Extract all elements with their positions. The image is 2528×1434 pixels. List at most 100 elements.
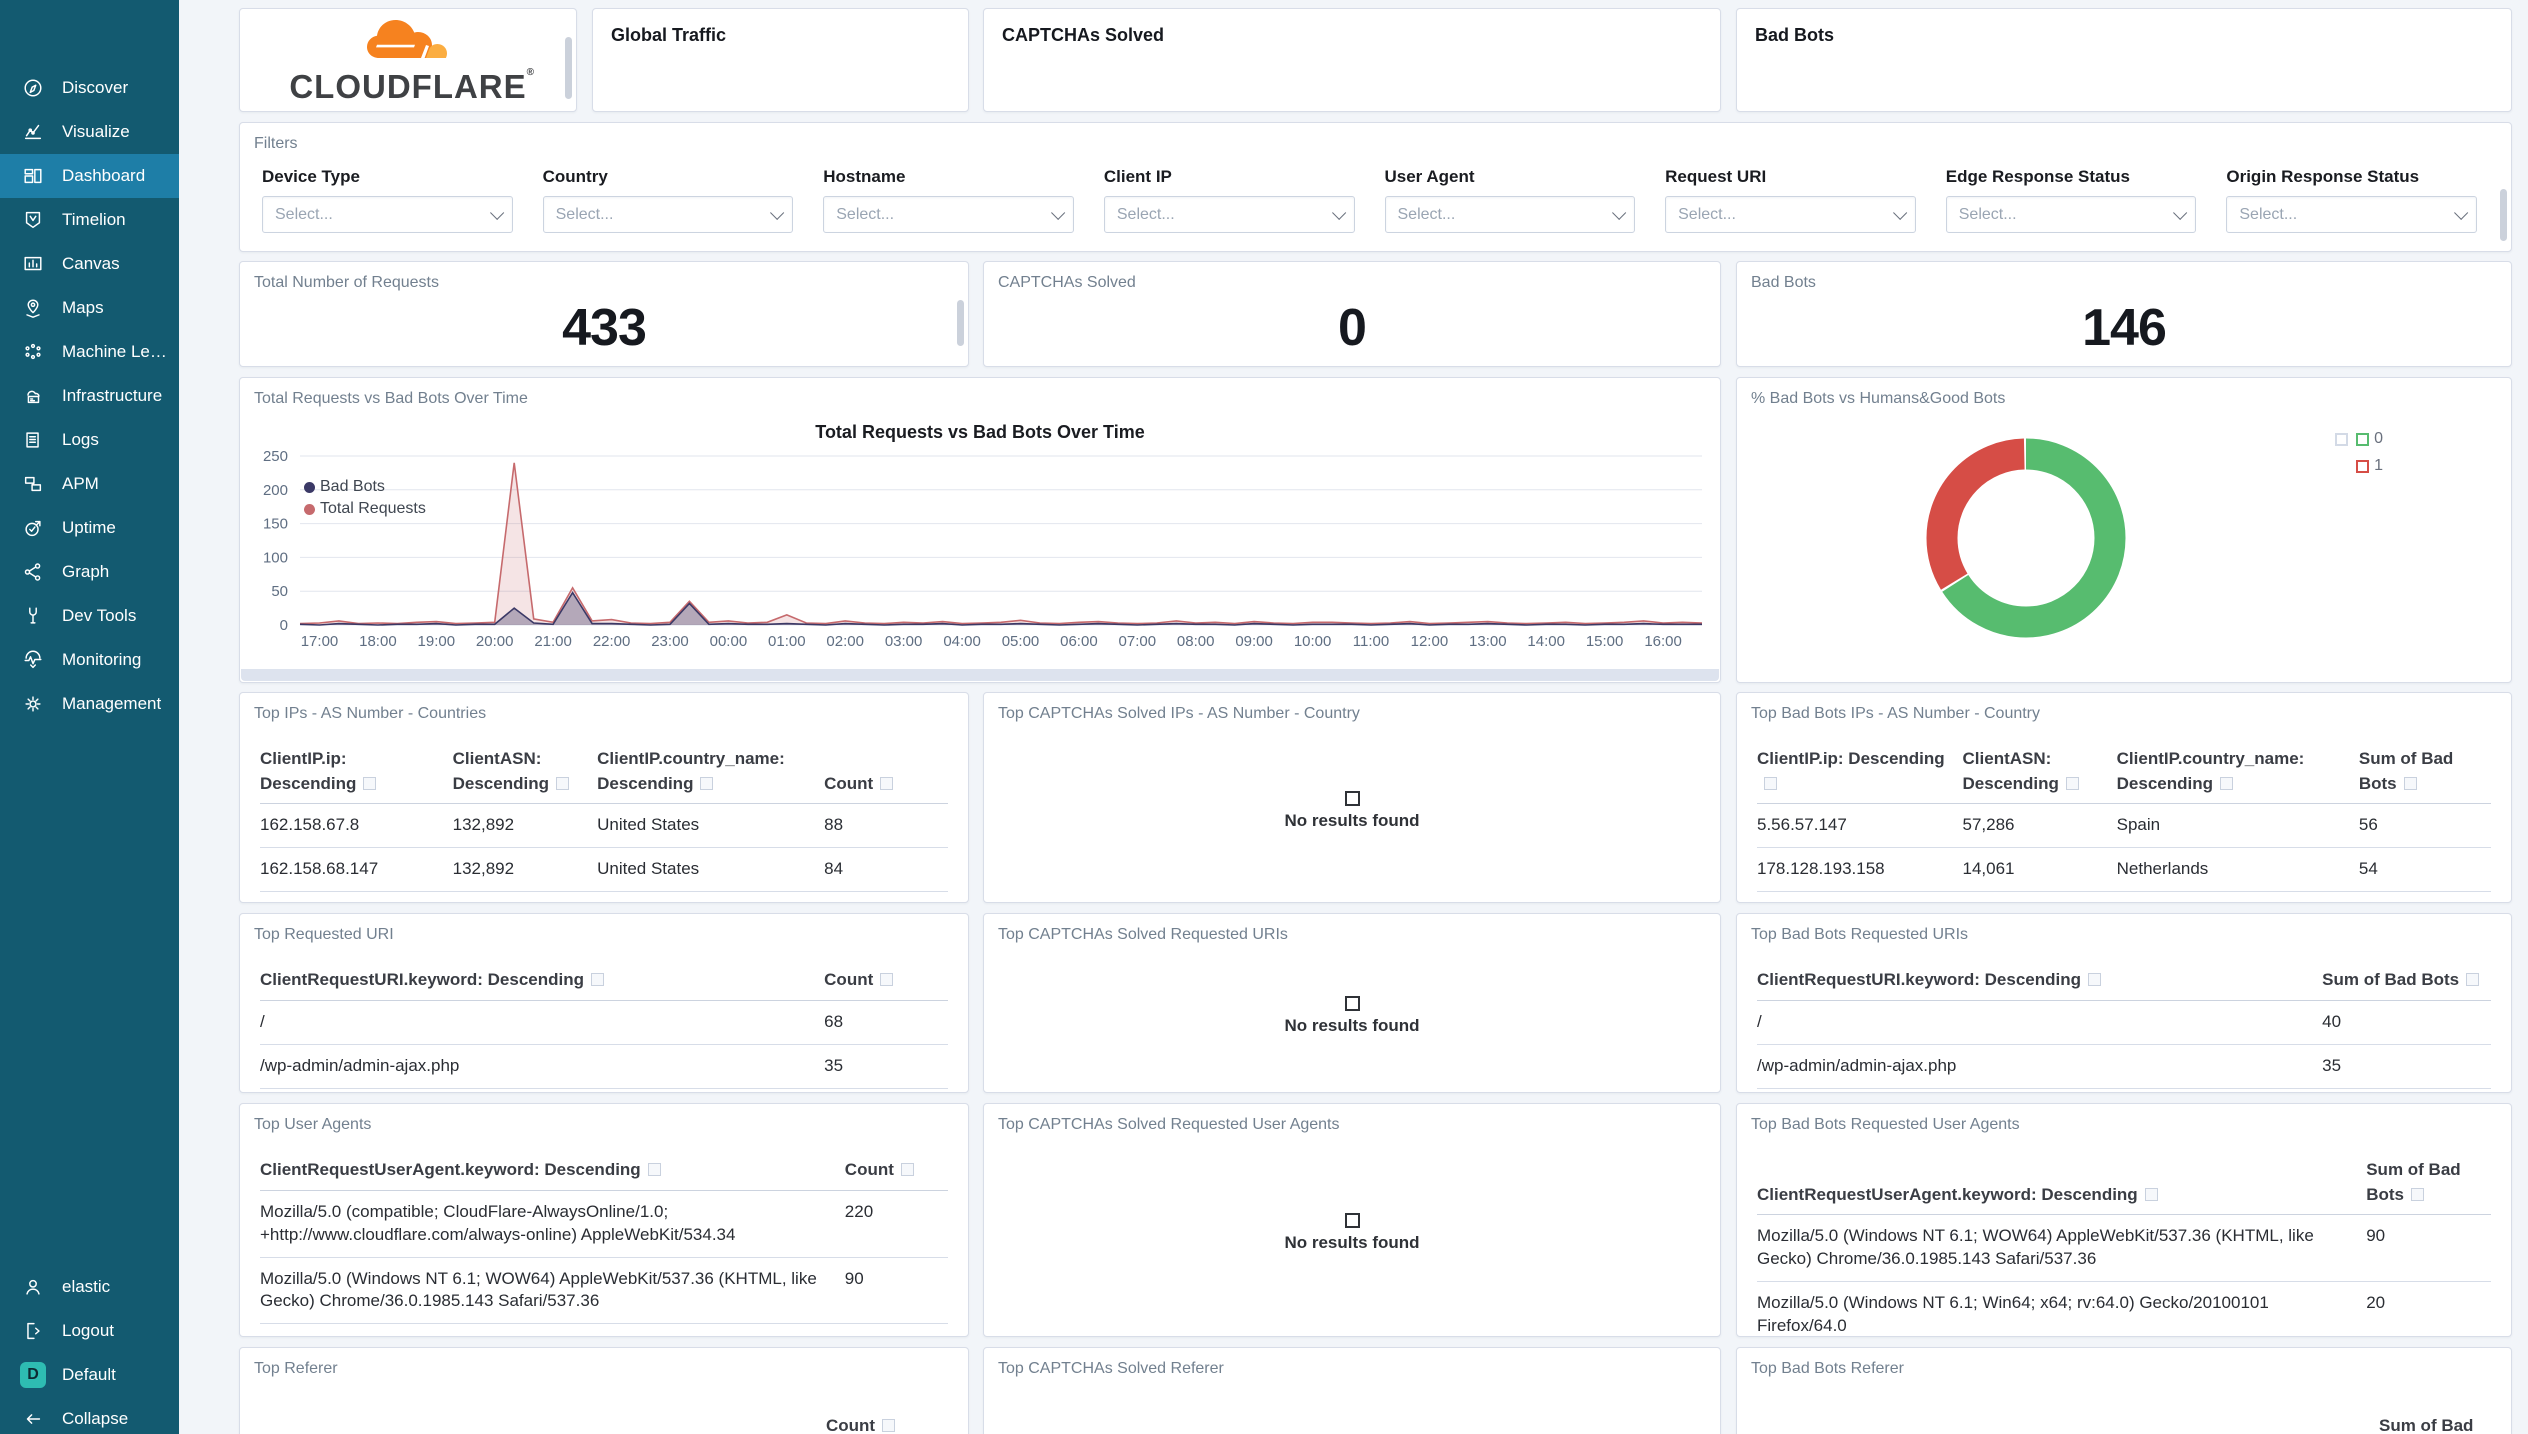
column-header[interactable]: Count — [824, 747, 948, 805]
column-header[interactable]: Sum of Bad Bots — [2366, 1158, 2491, 1216]
sidebar-item-machine-learning[interactable]: Machine Le… — [0, 330, 179, 374]
sort-checkbox[interactable] — [363, 776, 377, 790]
sort-checkbox[interactable] — [555, 776, 569, 790]
sidebar-item-user[interactable]: elastic — [0, 1265, 179, 1309]
sidebar-item-dashboard[interactable]: Dashboard — [0, 154, 179, 198]
column-header[interactable]: Count — [824, 968, 948, 1001]
sort-checkbox[interactable] — [647, 1163, 661, 1176]
panel-heading: Global Traffic — [611, 25, 727, 45]
sort-checkbox[interactable] — [591, 973, 605, 986]
sidebar-footer: elastic Logout D Default Collapse — [0, 1265, 179, 1434]
column-header[interactable]: Count — [844, 1158, 948, 1191]
gear-icon — [20, 692, 46, 716]
sidebar-item-discover[interactable]: Discover — [0, 66, 179, 110]
sidebar-item-space-default[interactable]: D Default — [0, 1353, 179, 1397]
svg-text:150: 150 — [263, 516, 288, 533]
sidebar-item-maps[interactable]: Maps — [0, 286, 179, 330]
svg-text:0: 0 — [280, 617, 288, 634]
column-header[interactable]: ClientIP.ip: Descending — [1757, 747, 1963, 805]
column-header[interactable]: Count — [826, 1414, 946, 1434]
bad-bots-uri-panel: Top Bad Bots Requested URIs ClientReques… — [1736, 913, 2512, 1093]
column-header[interactable]: Sum of Bad Bots — [2379, 1414, 2489, 1434]
sidebar-item-label: Logs — [62, 430, 99, 449]
hostname-select[interactable]: Select... — [823, 196, 1074, 233]
donut-chart[interactable] — [1906, 418, 2146, 658]
sidebar-item-label: Discover — [62, 78, 129, 97]
captcha-referer-panel: Top CAPTCHAs Solved Referer — [983, 1347, 1721, 1434]
legend-item-1[interactable]: 1 — [2348, 457, 2383, 475]
column-header[interactable]: ClientRequestURI.keyword: Descending — [1757, 968, 2323, 1001]
column-header[interactable]: ClientIP.country_name: Descending — [597, 747, 825, 805]
sort-checkbox[interactable] — [880, 776, 894, 790]
legend-swatch-0 — [2356, 432, 2370, 446]
column-header[interactable]: ClientASN: Descending — [452, 747, 598, 805]
column-header[interactable]: ClientRequestUserAgent.keyword: Descendi… — [1757, 1158, 2367, 1216]
panel-scrollbar[interactable] — [957, 300, 964, 346]
sort-checkbox[interactable] — [2144, 1187, 2158, 1201]
sidebar-item-infrastructure[interactable]: Infrastructure — [0, 374, 179, 418]
panel-scrollbar[interactable] — [2500, 189, 2507, 241]
filter-user-agent: User Agent Select... — [1384, 167, 1636, 233]
country-select[interactable]: Select... — [542, 196, 794, 233]
sort-checkbox[interactable] — [882, 1419, 896, 1432]
arrow-left-icon — [20, 1407, 46, 1431]
column-header[interactable]: Sum of Bad Bots — [2358, 747, 2491, 805]
table-title: Top Bad Bots Requested User Agents — [1751, 1116, 2020, 1133]
column-header[interactable]: ClientIP.country_name: Descending — [2116, 747, 2359, 805]
sidebar-item-logout[interactable]: Logout — [0, 1309, 179, 1353]
top-ips-table: ClientIP.ip: Descending ClientASN: Desce… — [260, 747, 948, 902]
sidebar-item-visualize[interactable]: Visualize — [0, 110, 179, 154]
origin-response-status-select[interactable]: Select... — [2226, 196, 2477, 233]
sort-checkbox[interactable] — [2065, 776, 2079, 790]
column-header[interactable]: ClientRequestUserAgent.keyword: Descendi… — [260, 1158, 845, 1191]
bad-bots-header-panel: Bad Bots — [1736, 8, 2512, 112]
cloudflare-cloud-icon — [367, 19, 447, 58]
sort-checkbox[interactable] — [900, 1163, 914, 1176]
table-title: Top Bad Bots IPs - AS Number - Country — [1751, 705, 2041, 722]
device-type-select[interactable]: Select... — [262, 196, 513, 233]
sort-checkbox[interactable] — [2403, 776, 2417, 790]
user-agent-select[interactable]: Select... — [1384, 196, 1636, 233]
panel-scrollbar[interactable] — [565, 37, 572, 99]
sidebar-item-dev-tools[interactable]: Dev Tools — [0, 594, 179, 638]
sidebar-item-collapse[interactable]: Collapse — [0, 1397, 179, 1434]
sort-checkbox[interactable] — [700, 776, 714, 790]
sort-checkbox[interactable] — [1764, 776, 1777, 790]
sidebar-item-label: Infrastructure — [62, 386, 163, 405]
timeseries-chart[interactable]: 0 50 100 150 200 250 17:00 18:00 19:00 20:00 21:00… — [254, 434, 1706, 672]
request-uri-select[interactable]: Select... — [1665, 196, 1916, 233]
donut-chart-panel: % Bad Bots vs Humans&Good Bots 0 1 — [1736, 377, 2512, 683]
legend-item-total-requests[interactable]: Total Requests — [304, 500, 426, 518]
apm-boxes-icon — [20, 472, 46, 496]
column-header[interactable]: Sum of Bad Bots — [2322, 968, 2491, 1001]
sidebar-item-uptime[interactable]: Uptime — [0, 506, 179, 550]
captcha-uri-panel: Top CAPTCHAs Solved Requested URIs No re… — [983, 913, 1721, 1093]
bad-bots-ips-panel: Top Bad Bots IPs - AS Number - Country C… — [1736, 692, 2512, 903]
sidebar-item-logs[interactable]: Logs — [0, 418, 179, 462]
sort-checkbox[interactable] — [880, 973, 894, 986]
top-uri-table: ClientRequestURI.keyword: Descending Cou… — [260, 968, 948, 1092]
edge-response-status-select[interactable]: Select... — [1945, 196, 2197, 233]
sort-checkbox[interactable] — [2411, 1187, 2424, 1201]
table-title: Top CAPTCHAs Solved Requested URIs — [998, 926, 1288, 943]
sidebar-item-canvas[interactable]: Canvas — [0, 242, 179, 286]
column-header[interactable]: ClientIP.ip: Descending — [260, 747, 453, 805]
legend-item-bad-bots[interactable]: Bad Bots — [304, 478, 426, 496]
sidebar-item-graph[interactable]: Graph — [0, 550, 179, 594]
column-header[interactable]: ClientASN: Descending — [1962, 747, 2117, 805]
sidebar-item-apm[interactable]: APM — [0, 462, 179, 506]
column-header[interactable]: ClientRequestURI.keyword: Descending — [260, 968, 825, 1001]
table-title: Top CAPTCHAs Solved IPs - AS Number - Co… — [998, 705, 1360, 722]
filter-label: Device Type — [262, 167, 360, 186]
no-results-icon — [1344, 790, 1360, 806]
sort-checkbox[interactable] — [2466, 973, 2480, 986]
sidebar-item-timelion[interactable]: Timelion — [0, 198, 179, 242]
sidebar-item-label: Canvas — [62, 254, 120, 273]
sidebar-item-monitoring[interactable]: Monitoring — [0, 638, 179, 682]
panel-horizontal-scrollbar[interactable] — [241, 669, 1719, 681]
legend-item-0[interactable]: 0 — [2327, 430, 2383, 448]
sort-checkbox[interactable] — [2220, 776, 2233, 790]
client-ip-select[interactable]: Select... — [1103, 196, 1355, 233]
sidebar-item-management[interactable]: Management — [0, 682, 179, 726]
sort-checkbox[interactable] — [2088, 973, 2102, 986]
